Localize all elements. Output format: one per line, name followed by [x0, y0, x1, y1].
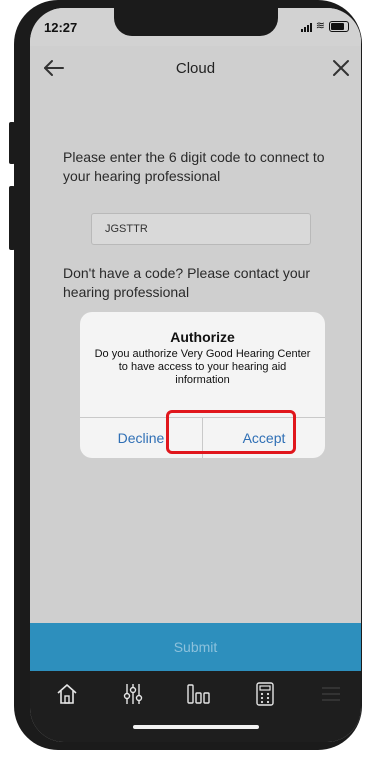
tab-bar	[30, 671, 361, 742]
home-icon[interactable]	[54, 681, 80, 707]
close-icon[interactable]	[327, 54, 355, 82]
no-code-help-text: Don't have a code? Please contact your h…	[63, 265, 311, 300]
battery-icon	[329, 21, 349, 32]
accept-highlight-annotation	[166, 410, 296, 454]
bars-icon[interactable]	[185, 681, 211, 707]
status-time: 12:27	[44, 20, 78, 35]
notch	[114, 8, 278, 36]
nav-bar: Cloud	[30, 46, 361, 90]
page-title: Cloud	[175, 60, 216, 77]
signal-icon	[300, 22, 312, 32]
app-screen: 12:27 ≋ Cloud Please enter the 6 digit c…	[30, 8, 361, 742]
code-input[interactable]: JGSTTR	[91, 213, 311, 245]
submit-button[interactable]: Submit	[30, 623, 361, 671]
status-bar: 12:27 ≋	[30, 8, 361, 46]
dialog-message: Do you authorize Very Good Hearing Cente…	[94, 348, 311, 386]
status-icons: ≋	[300, 20, 349, 32]
home-indicator[interactable]	[133, 725, 259, 729]
remote-icon[interactable]	[252, 681, 278, 707]
sliders-icon[interactable]	[120, 681, 146, 707]
instruction-text: Please enter the 6 digit code to connect…	[63, 149, 325, 184]
wifi-icon: ≋	[315, 20, 325, 32]
dialog-title: Authorize	[170, 329, 235, 345]
menu-icon[interactable]	[318, 681, 344, 707]
